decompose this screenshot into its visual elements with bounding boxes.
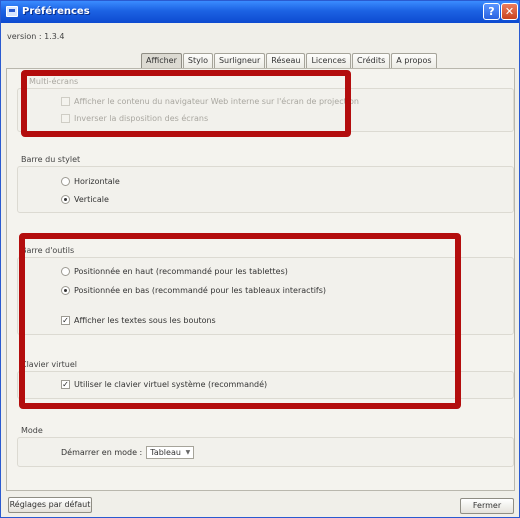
pen-bar-horizontal-radio[interactable] [61,177,70,186]
pen-bar-vertical-option[interactable]: Verticale [61,195,109,204]
window-title: Préférences [22,6,90,17]
start-mode-label: Démarrer en mode : [61,448,143,457]
mode-title: Mode [21,426,43,435]
tab-credits[interactable]: Crédits [352,53,391,68]
start-mode-row: Démarrer en mode : Tableau ▼ [61,446,195,459]
tab-stylo[interactable]: Stylo [182,53,213,68]
close-icon: ✕ [504,5,515,18]
title-bar[interactable]: Préférences ? ✕ [1,1,519,23]
pen-bar-vertical-radio[interactable] [61,195,70,204]
pen-bar-title: Barre du stylet [21,155,81,164]
tab-surligneur[interactable]: Surligneur [213,53,266,68]
app-icon [6,6,18,17]
pen-bar-horizontal-option[interactable]: Horizontale [61,177,120,186]
pen-bar-horizontal-label: Horizontale [74,177,120,186]
version-label: version : 1.3.4 [7,32,65,41]
close-button[interactable]: Fermer [460,498,514,514]
pen-bar-vertical-label: Verticale [74,195,109,204]
question-icon: ? [488,5,495,18]
tab-bar: Afficher Stylo Surligneur Réseau Licence… [141,53,437,68]
annotation-highlight-toolbar-keyboard [19,233,461,409]
start-mode-value: Tableau [150,448,181,457]
help-button[interactable]: ? [483,3,500,20]
chevron-down-icon: ▼ [185,449,191,456]
tab-afficher[interactable]: Afficher [141,53,182,68]
pen-bar-group [17,166,514,213]
tab-licences[interactable]: Licences [306,53,352,68]
tab-reseau[interactable]: Réseau [266,53,306,68]
defaults-button[interactable]: Réglages par défaut [8,497,92,513]
annotation-highlight-multi-screen [21,70,351,137]
tab-a-propos[interactable]: A propos [391,53,437,68]
preferences-window: Préférences ? ✕ version : 1.3.4 Afficher… [0,0,520,518]
start-mode-select[interactable]: Tableau ▼ [146,446,195,459]
close-window-button[interactable]: ✕ [501,3,518,20]
